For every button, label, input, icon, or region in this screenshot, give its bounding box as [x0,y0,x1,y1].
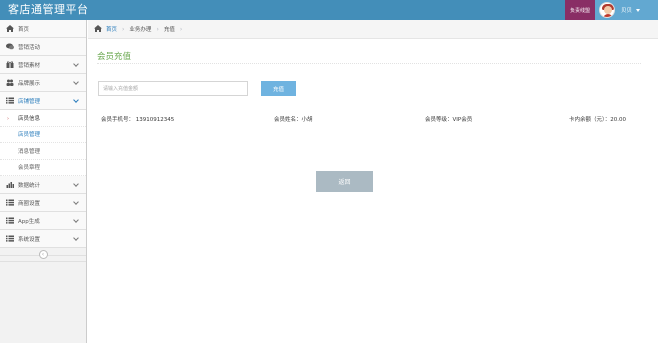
sidebar-item-label: App生成 [18,218,40,225]
sidebar-item-label: 品牌展示 [18,80,41,87]
top-navbar: 客店通管理平台 负责线盟 贝贝 [0,0,658,20]
submenu-item-staff-manage[interactable]: 店员管理 [0,127,86,143]
help-link[interactable]: 负责线盟 [565,0,595,20]
sidebar-item-district[interactable]: 商圈设置 [0,194,86,212]
sidebar-item-label: 数据统计 [18,182,41,189]
member-level: 会员等级：VIP会员 [425,117,473,123]
sidebar-item-label: 营销活动 [18,44,41,51]
user-name: 贝贝 [621,8,633,14]
submenu-item-member-rules[interactable]: 会员章程 [0,160,86,176]
caret-right-icon: › [7,116,9,122]
user-menu[interactable]: 贝贝 [595,0,658,20]
chevron-right-icon: › [122,25,125,33]
sidebar-item-label: 首页 [18,26,30,33]
avatar [599,2,615,18]
sidebar-item-store[interactable]: 店铺管理 [0,92,86,110]
sidebar-item-home[interactable]: 首页 [0,20,86,38]
sidebar-item-brand[interactable]: 品牌展示 [0,74,86,92]
divider [97,63,641,64]
back-button[interactable]: 返回 [316,171,373,192]
bar-chart-icon [6,181,14,188]
chat-icon [6,43,14,50]
member-name: 会员姓名：小胡 [274,117,313,123]
chevron-down-icon [73,61,79,67]
sidebar-item-marketing[interactable]: 营销活动 [0,38,86,56]
breadcrumb-home-link[interactable]: 首页 [106,25,117,33]
chevron-right-icon: › [156,25,159,33]
caret-down-icon [636,8,641,12]
sidebar-item-label: 商圈设置 [18,200,41,207]
home-icon [6,25,14,32]
users-icon [6,79,14,86]
chevron-down-icon [73,235,79,241]
breadcrumb: 首页 › 业务办理 › 充值 › [88,20,658,39]
home-icon [94,24,102,34]
sidebar-item-label: 营销素材 [18,62,41,69]
breadcrumb-item: 充值 [163,27,175,33]
sidebar-item-label: 系统设置 [18,236,41,243]
navbar-right: 负责线盟 贝贝 [565,0,658,20]
member-phone: 会员手机号： 13910912345 [101,117,175,123]
list-icon [6,199,14,206]
submenu-item-staff-info[interactable]: › 店员信息 [0,110,86,127]
chevron-down-icon [73,79,79,85]
sidebar-item-materials[interactable]: 营销素材 [0,56,86,74]
recharge-amount-input[interactable] [98,81,248,96]
sidebar-collapse-bar: ‹ [0,248,86,262]
sidebar: 首页 营销活动 营销素材 品牌展示 店铺管理 › 店员信息 店员管理 消息管理 … [0,20,87,343]
page-title: 会员充值 [97,52,132,62]
app-title: 客店通管理平台 [8,3,89,16]
list-icon [6,217,14,224]
chevron-down-icon [73,97,79,103]
sidebar-item-stats[interactable]: 数据统计 [0,176,86,194]
store-submenu: › 店员信息 店员管理 消息管理 会员章程 [0,110,86,176]
chevron-down-icon [73,217,79,223]
list-icon [6,235,14,242]
list-icon [6,97,14,104]
chevron-down-icon [73,181,79,187]
chevron-right-icon: › [179,25,183,33]
gift-icon [6,61,14,68]
chevron-down-icon [73,199,79,205]
card-balance: 卡内余额（元）：20.00 [569,117,626,123]
sidebar-item-settings[interactable]: 系统设置 [0,230,86,248]
submenu-item-messages[interactable]: 消息管理 [0,143,86,160]
sidebar-item-app[interactable]: App生成 [0,212,86,230]
breadcrumb-item: 业务办理 [129,27,152,33]
sidebar-item-label: 店铺管理 [18,98,41,105]
collapse-sidebar-icon[interactable]: ‹ [38,250,48,259]
recharge-button[interactable]: 充值 [261,81,296,96]
